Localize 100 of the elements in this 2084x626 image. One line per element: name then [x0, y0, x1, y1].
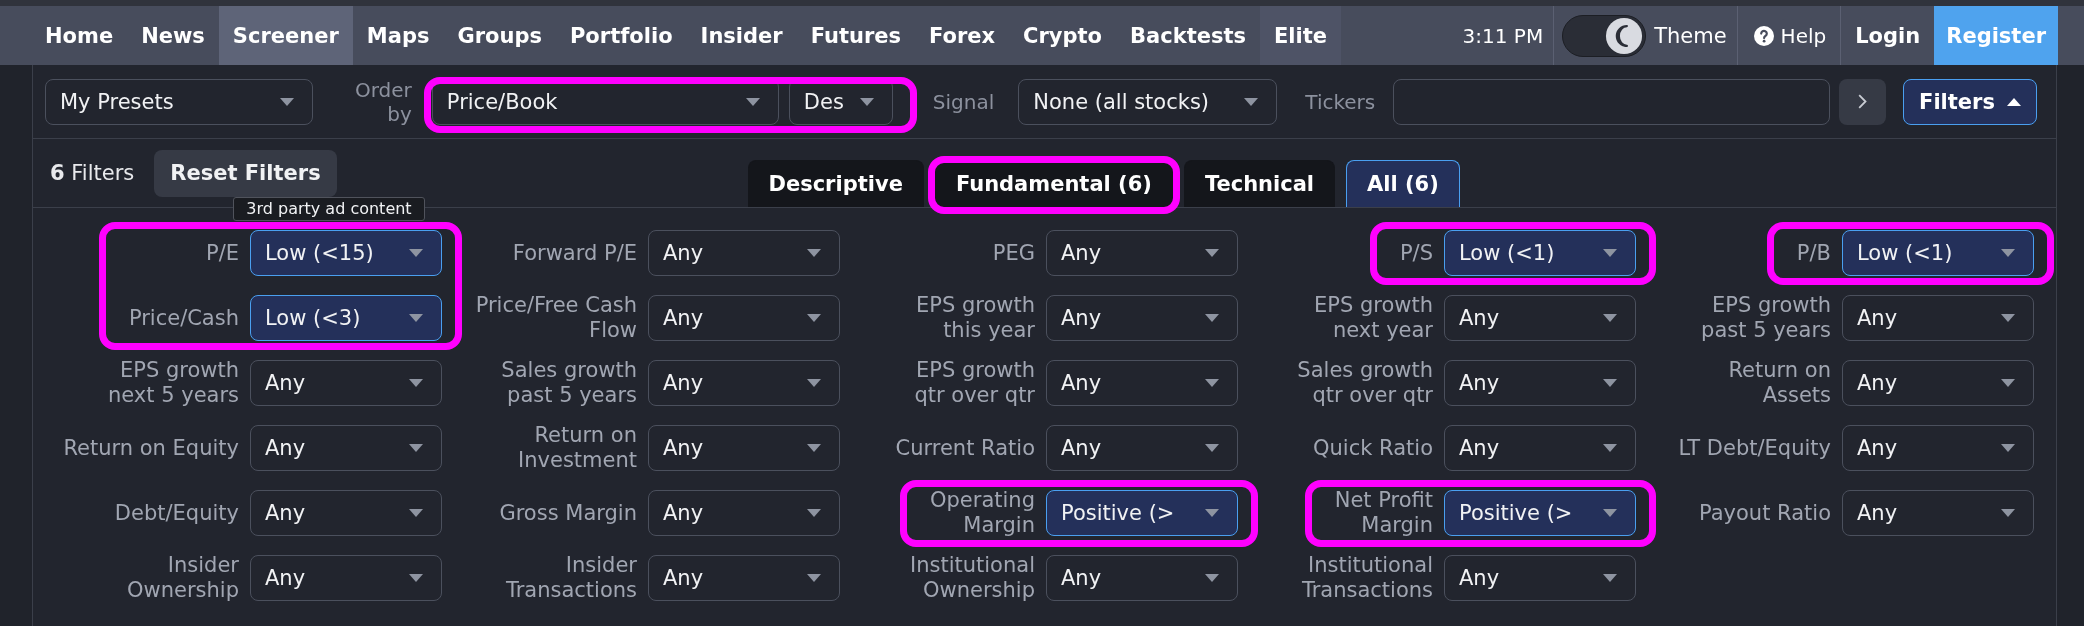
filter-dropdown[interactable]: Any	[648, 295, 840, 341]
filter-label: LT Debt/Equity	[1678, 435, 1831, 461]
filter-dropdown[interactable]: Any	[1046, 555, 1238, 601]
caret-icon	[409, 314, 423, 322]
filter-dropdown[interactable]: Any	[1842, 490, 2034, 536]
caret-icon	[1603, 574, 1617, 582]
filter-count: 6 Filters	[50, 161, 135, 185]
filter-label: Quick Ratio	[1313, 435, 1433, 461]
caret-icon	[807, 314, 821, 322]
filter-dropdown[interactable]: Positive (>	[1046, 490, 1238, 536]
presets-dropdown[interactable]: My Presets	[45, 78, 313, 125]
filter-label: EPS growth past 5 years	[1701, 293, 1831, 343]
caret-icon	[2001, 249, 2015, 257]
filter-dropdown[interactable]: Any	[648, 360, 840, 406]
moon-icon	[1605, 16, 1644, 55]
filter-dropdown[interactable]: Any	[1444, 360, 1636, 406]
filter-dropdown[interactable]: Any	[1046, 425, 1238, 471]
filters-toggle-button[interactable]: Filters	[1903, 78, 2037, 125]
nav-link[interactable]: News	[127, 6, 219, 65]
filter-tab[interactable]: Fundamental (6)	[934, 160, 1173, 207]
filter-dropdown[interactable]: Any	[1842, 425, 2034, 471]
filter-dropdown[interactable]: Low (<1)	[1842, 230, 2034, 276]
chevron-right-icon	[1858, 94, 1867, 109]
filter-dropdown[interactable]: Any	[250, 360, 442, 406]
filter-tab[interactable]: Descriptive	[747, 160, 924, 207]
filter-label: Net Profit Margin	[1334, 488, 1433, 538]
go-button[interactable]	[1839, 78, 1886, 125]
caret-icon	[807, 379, 821, 387]
filter-label: Institutional Ownership	[910, 553, 1035, 603]
filter-dropdown[interactable]: Any	[1046, 360, 1238, 406]
filter-dropdown[interactable]: Any	[1444, 295, 1636, 341]
signal-label: Signal	[932, 89, 995, 114]
nav-link[interactable]: Forex	[915, 6, 1010, 65]
filter-label: Return on Investment	[518, 423, 637, 473]
theme-label: Theme	[1654, 23, 1727, 48]
filter-label: P/E	[206, 240, 239, 266]
nav-link[interactable]: Insider	[686, 6, 797, 65]
theme-toggle[interactable]	[1562, 14, 1647, 57]
filter-label: Operating Margin	[930, 488, 1035, 538]
filter-tab[interactable]: Technical	[1183, 160, 1336, 207]
filter-dropdown[interactable]: Low (<15)	[250, 230, 442, 276]
filter-dropdown[interactable]: Any	[648, 490, 840, 536]
caret-icon	[1603, 444, 1617, 452]
filter-dropdown[interactable]: Any	[250, 490, 442, 536]
caret-icon	[1603, 509, 1617, 517]
order-by-label: Order by	[355, 77, 412, 126]
caret-icon	[1205, 444, 1219, 452]
signal-dropdown[interactable]: None (all stocks)	[1018, 78, 1278, 125]
filter-dropdown[interactable]: Any	[1842, 360, 2034, 406]
caret-icon	[409, 509, 423, 517]
nav-link[interactable]: Screener	[218, 6, 353, 65]
nav-link[interactable]: Portfolio	[555, 6, 687, 65]
caret-icon	[1603, 379, 1617, 387]
nav-link[interactable]: Home	[31, 6, 128, 65]
tickers-label: Tickers	[1305, 89, 1376, 114]
caret-icon	[1603, 314, 1617, 322]
filter-dropdown[interactable]: Any	[1842, 295, 2034, 341]
filter-dropdown[interactable]: Any	[1444, 555, 1636, 601]
filter-dropdown[interactable]: Positive (>	[1444, 490, 1636, 536]
caret-up-icon	[2006, 97, 2021, 106]
filter-label: Price/Free Cash Flow	[475, 293, 637, 343]
filter-label: Debt/Equity	[114, 500, 239, 526]
caret-icon	[1244, 97, 1259, 106]
filter-dropdown[interactable]: Low (<1)	[1444, 230, 1636, 276]
filter-dropdown[interactable]: Any	[250, 555, 442, 601]
filter-label: Institutional Transactions	[1301, 553, 1433, 603]
nav-link[interactable]: Groups	[443, 6, 556, 65]
filter-dropdown[interactable]: Any	[1046, 295, 1238, 341]
filter-tab[interactable]: All (6)	[1346, 160, 1460, 207]
filter-label: EPS growth this year	[916, 293, 1035, 343]
filter-dropdown[interactable]: Low (<3)	[250, 295, 442, 341]
filter-dropdown[interactable]: Any	[1444, 425, 1636, 471]
caret-icon	[280, 97, 294, 106]
ad-tooltip: 3rd party ad content	[233, 196, 425, 221]
caret-icon	[2001, 444, 2015, 452]
filter-label: Sales growth qtr over qtr	[1297, 358, 1433, 408]
caret-icon	[409, 444, 423, 452]
caret-icon	[807, 574, 821, 582]
caret-icon	[745, 97, 760, 106]
filter-label: Insider Ownership	[127, 553, 239, 603]
nav-link[interactable]: Elite	[1259, 6, 1341, 65]
filter-dropdown[interactable]: Any	[1046, 230, 1238, 276]
filter-dropdown[interactable]: Any	[648, 230, 840, 276]
nav-link[interactable]: Crypto	[1009, 6, 1117, 65]
filter-label: P/S	[1399, 240, 1433, 266]
caret-icon	[1205, 314, 1219, 322]
filter-label: EPS growth next 5 years	[107, 358, 239, 408]
filter-label: Sales growth past 5 years	[501, 358, 637, 408]
nav-link[interactable]: Futures	[796, 6, 915, 65]
tickers-input[interactable]	[1393, 78, 1830, 125]
nav-link[interactable]: Maps	[352, 6, 444, 65]
reset-filters-button[interactable]: Reset Filters	[154, 149, 337, 197]
filter-dropdown[interactable]: Any	[250, 425, 442, 471]
filter-dropdown[interactable]: Any	[648, 425, 840, 471]
nav-link[interactable]: Backtests	[1116, 6, 1260, 65]
filter-label: EPS growth next year	[1314, 293, 1433, 343]
caret-icon	[807, 249, 821, 257]
filter-dropdown[interactable]: Any	[648, 555, 840, 601]
caret-icon	[409, 249, 423, 257]
filter-label: Payout Ratio	[1699, 500, 1831, 526]
